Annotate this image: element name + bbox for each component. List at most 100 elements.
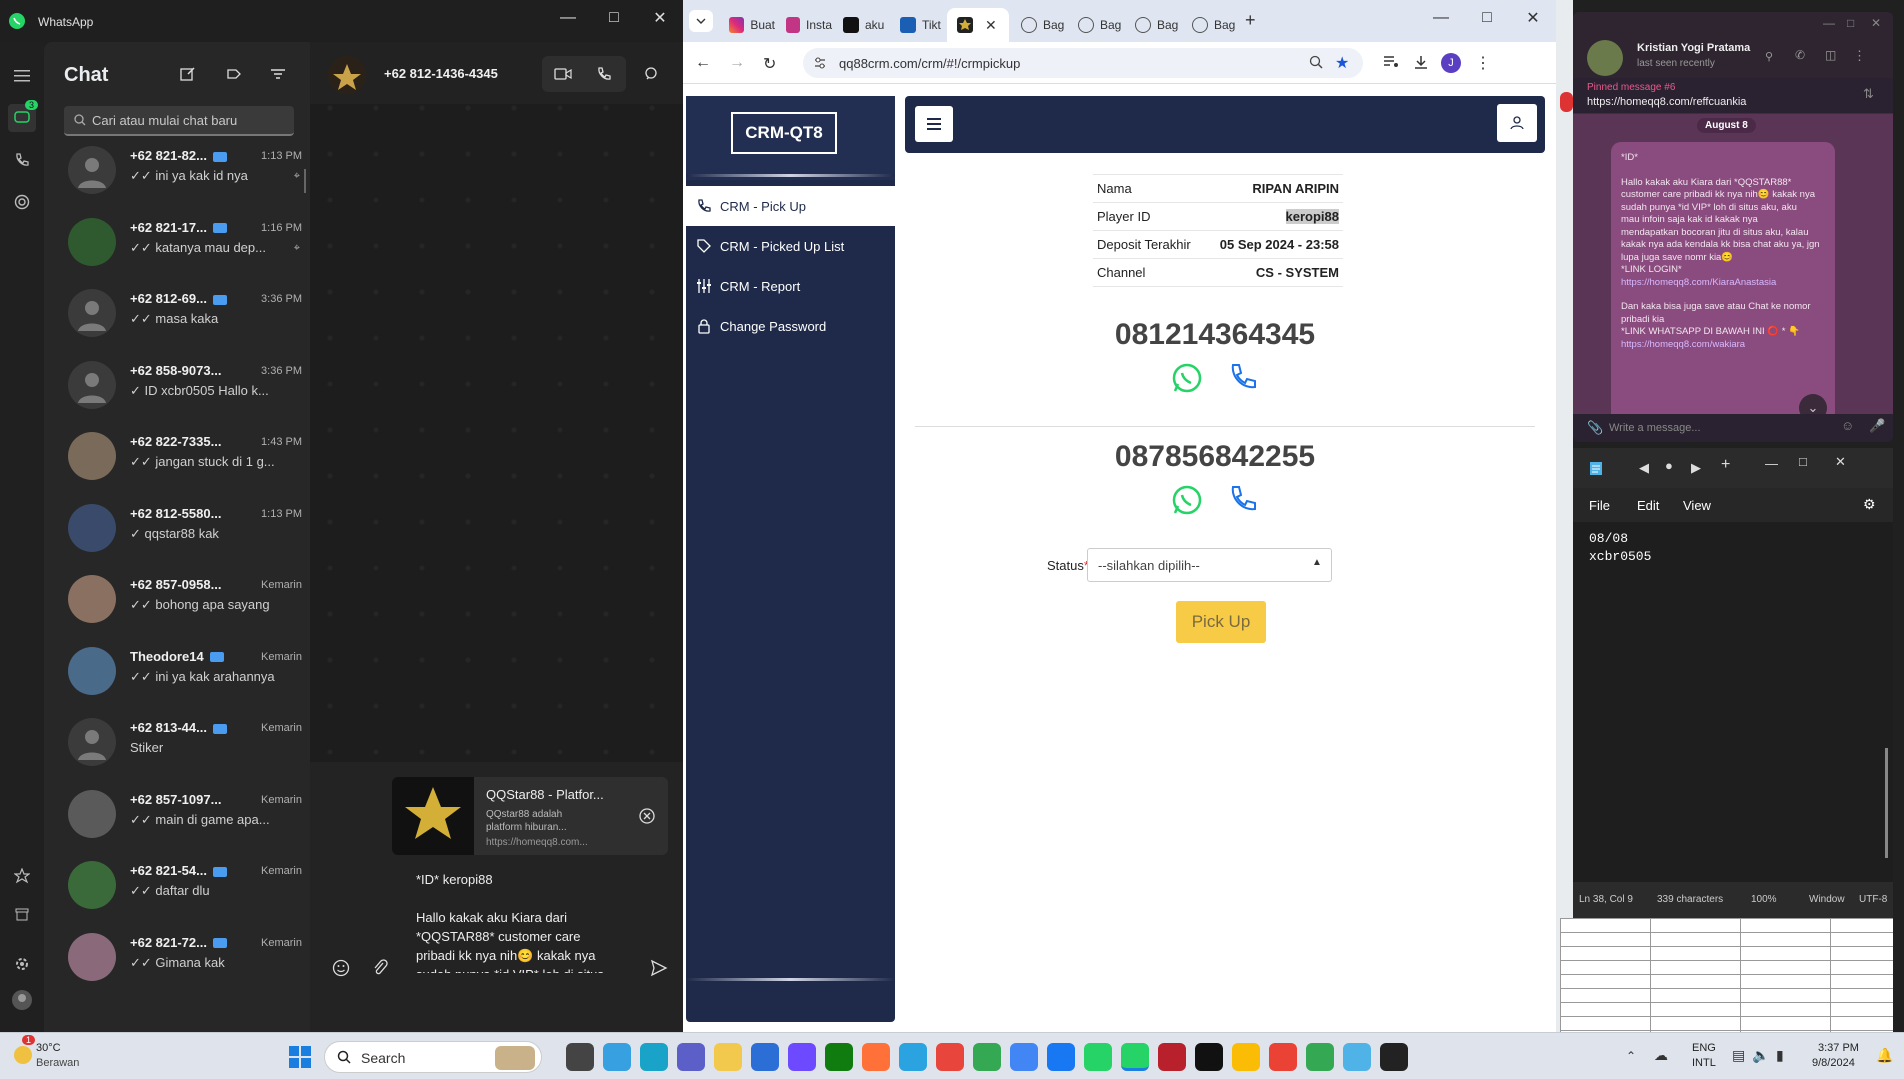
more-menu-icon[interactable]: ⋮ [1475,53,1491,73]
chat-list-item[interactable]: +62 822-7335... 1:43 PM ✓✓ jangan stuck di… [44,420,310,492]
contact-name[interactable]: Kristian Yogi Pratama [1637,42,1750,54]
zoom-icon[interactable] [1309,55,1323,69]
label-icon[interactable] [226,66,242,82]
profile-avatar[interactable] [8,986,36,1014]
chat-list-item[interactable]: +62 821-82... 1:13 PM ✓✓ ini ya kak id nya… [44,134,310,206]
edge-icon[interactable] [640,1043,668,1071]
chat-list-item[interactable]: +62 821-17... 1:16 PM ✓✓ katanya mau dep..… [44,206,310,278]
close-button[interactable]: ✕ [1510,0,1556,36]
close-preview-icon[interactable] [638,807,656,825]
back-icon[interactable]: ← [695,54,711,72]
store-icon[interactable] [751,1043,779,1071]
video-call-icon[interactable] [554,66,572,82]
chat-list-item[interactable]: +62 857-0958... Kemarin ✓✓ bohong apa saya… [44,563,310,635]
search-input[interactable]: Cari atau mulai chat baru [64,106,294,136]
emoji-icon[interactable]: ☺ [1841,418,1854,433]
facebook-icon[interactable] [1047,1043,1075,1071]
menu-file[interactable]: File [1589,498,1610,513]
notepad-taskbar-icon[interactable] [1343,1043,1371,1071]
tab-search-button[interactable] [689,10,713,32]
tab-5[interactable]: Bag [1011,8,1067,42]
chat-list-item[interactable]: +62 813-44... Kemarin Stiker [44,706,310,778]
file-explorer-icon[interactable] [714,1043,742,1071]
chat-list-item[interactable]: +62 812-5580... 1:13 PM ✓ qqstar88 kak [44,492,310,564]
more-icon[interactable]: ⋮ [1853,48,1866,64]
tiktok-icon[interactable] [1195,1043,1223,1071]
media-icon[interactable] [1383,55,1399,69]
network-icon[interactable]: ▤ [1732,1047,1745,1064]
tab-6[interactable]: Bag [1068,8,1124,42]
menu-view[interactable]: View [1683,498,1711,513]
contact-avatar[interactable] [1587,40,1623,76]
whatsapp-icon[interactable] [1171,362,1203,394]
telegram-icon[interactable] [899,1043,927,1071]
tab-8[interactable]: Bag [1182,8,1238,42]
chat-list-item[interactable]: +62 812-69... 3:36 PM ✓✓ masa kaka [44,277,310,349]
attach-icon[interactable]: 📎 [1587,420,1603,436]
minimize-button[interactable]: — [545,0,591,36]
filter-icon[interactable] [270,66,286,82]
pinned-bar[interactable]: Pinned message #6 https://homeqq8.com/re… [1573,78,1893,114]
message-bubble[interactable]: *ID* Hallo kakak aku Kiara dari *QQSTAR88… [1611,142,1835,414]
chat-list-item[interactable]: Theodore14 Kemarin ✓✓ ini ya kak arahannya [44,635,310,707]
chat-list-item[interactable]: +62 821-54... Kemarin ✓✓ daftar dlu [44,849,310,921]
hamburger-button[interactable] [915,106,953,142]
teams-icon[interactable] [677,1043,705,1071]
capcut-icon[interactable] [1380,1043,1408,1071]
close-button[interactable]: ✕ [637,0,683,36]
menu-report[interactable]: CRM - Report [686,266,895,306]
proton-icon[interactable] [788,1043,816,1071]
volume-icon[interactable]: 🔈 [1752,1047,1769,1064]
menu-icon[interactable] [8,62,36,90]
status-select[interactable]: --silahkan dipilih-- ▲ [1087,548,1332,582]
tab-2[interactable]: aku [833,8,889,42]
tab-1[interactable]: Insta [776,8,832,42]
chat-list-item[interactable]: +62 858-9073... 3:36 PM ✓ ID xcbr0505 Hall… [44,349,310,421]
close-tab-icon[interactable]: ✕ [985,17,997,34]
address-bar[interactable]: qq88crm.com/crm/#!/crmpickup ★ [803,48,1363,78]
close-button[interactable]: ✕ [1871,16,1881,30]
minimize-button[interactable]: — [1418,0,1464,36]
message-link[interactable]: https://homeqq8.com/KiaraAnastasia [1621,277,1825,290]
onedrive-icon[interactable]: ☁ [1654,1047,1668,1064]
new-chat-icon[interactable] [180,66,196,82]
firefox-icon[interactable] [862,1043,890,1071]
phone-call-icon[interactable] [1227,362,1259,394]
chrome-profile-icon[interactable] [1232,1043,1260,1071]
start-button[interactable] [288,1045,312,1069]
new-tab-icon[interactable]: + [1721,456,1730,474]
link-preview-card[interactable]: QQStar88 - Platfor... QQstar88 adalah pl… [392,777,668,855]
settings-icon[interactable]: ⚙ [1863,496,1876,513]
reload-icon[interactable]: ↻ [763,54,776,74]
menu-change-password[interactable]: Change Password [686,306,895,346]
language-secondary[interactable]: INTL [1692,1057,1716,1069]
menu-edit[interactable]: Edit [1637,498,1659,513]
draft-message[interactable]: *ID* keropi88 Hallo kakak aku Kiara dari… [416,870,616,973]
whatsapp-taskbar-icon[interactable] [1084,1043,1112,1071]
message-input[interactable]: Write a message... [1609,422,1701,434]
tab-active[interactable]: ✕ [947,8,1009,42]
chat-search-icon[interactable] [644,66,660,82]
menu-picked-up-list[interactable]: CRM - Picked Up List [686,226,895,266]
tab-prev-icon[interactable]: ◀ [1639,460,1649,476]
chrome-profile-icon[interactable] [936,1043,964,1071]
tab-next-icon[interactable]: ▶ [1691,460,1701,476]
close-button[interactable]: ✕ [1835,454,1846,470]
copilot-icon[interactable] [603,1043,631,1071]
phone-call-icon[interactable] [1227,484,1259,516]
contact-avatar[interactable] [328,56,366,94]
search-icon[interactable]: ⚲ [1765,50,1773,63]
maximize-button[interactable]: □ [1464,0,1510,36]
tab-0[interactable]: Buat [719,8,775,42]
language-primary[interactable]: ENG [1692,1042,1716,1054]
xbox-icon[interactable] [825,1043,853,1071]
chrome-profile-icon[interactable] [973,1043,1001,1071]
maximize-button[interactable]: □ [1847,16,1854,30]
minimize-button[interactable]: — [1765,456,1778,471]
tab-7[interactable]: Bag [1125,8,1181,42]
download-icon[interactable] [1413,54,1429,70]
archive-icon[interactable] [8,900,36,928]
contact-name[interactable]: +62 812-1436-4345 [384,66,498,81]
menu-pick-up[interactable]: CRM - Pick Up [686,186,895,226]
chrome-profile-icon[interactable] [1010,1043,1038,1071]
